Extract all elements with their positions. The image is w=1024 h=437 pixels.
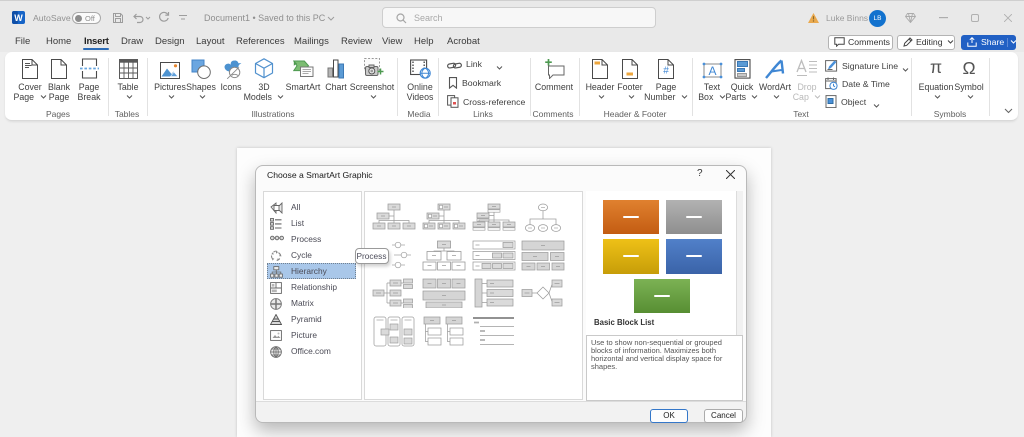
svg-text:W: W [14, 13, 23, 23]
svg-text:#: # [663, 66, 669, 77]
